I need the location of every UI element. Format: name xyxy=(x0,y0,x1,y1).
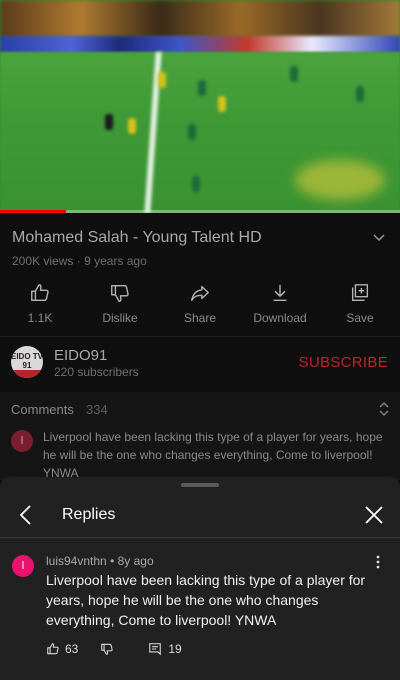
video-frame-stands xyxy=(0,0,400,38)
reply-comment-icon[interactable] xyxy=(148,642,162,656)
commenter-avatar: l xyxy=(11,430,33,452)
sheet-divider xyxy=(0,537,400,538)
thumbs-down-icon xyxy=(111,284,129,302)
meta-separator: · xyxy=(76,254,81,268)
video-frame-advertising-boards xyxy=(0,36,400,53)
thumbs-down-icon[interactable] xyxy=(100,642,114,656)
like-button[interactable]: 1.1K xyxy=(0,282,80,328)
channel-avatar-text-bottom: 91 xyxy=(22,361,32,370)
share-label: Share xyxy=(183,311,217,325)
video-title-row[interactable]: Mohamed Salah - Young Talent HD xyxy=(12,229,388,247)
reply-comment-text: Liverpool have been lacking this type of… xyxy=(46,572,366,628)
replies-sheet: Replies l luis94vnthn • 8y ago Liverpool… xyxy=(0,477,400,680)
subscriber-count: 220 subscribers xyxy=(54,365,139,379)
channel-avatar-text-top: EIDO TV xyxy=(11,352,43,361)
video-frame-player xyxy=(290,66,298,82)
video-frame-player xyxy=(158,72,166,88)
comments-count: 334 xyxy=(86,402,108,417)
save-icon xyxy=(351,284,369,302)
video-frame-player xyxy=(128,118,136,134)
download-label: Download xyxy=(253,311,307,325)
video-frame-player xyxy=(188,124,196,140)
reply-meta: luis94vnthn • 8y ago xyxy=(46,554,154,568)
video-progress-bar[interactable] xyxy=(0,210,400,213)
video-frame-player xyxy=(218,96,226,112)
thumbs-up-icon xyxy=(31,284,49,302)
channel-avatar-stripe xyxy=(11,370,43,378)
share-icon xyxy=(191,285,209,302)
video-frame-player xyxy=(105,114,113,130)
upload-age: 9 years ago xyxy=(84,254,147,268)
share-button[interactable]: Share xyxy=(160,282,240,328)
sheet-drag-handle[interactable] xyxy=(181,483,219,487)
reply-author[interactable]: luis94vnthn xyxy=(46,554,107,568)
like-count: 1.1K xyxy=(27,311,53,325)
video-frame-player xyxy=(192,176,200,192)
video-player[interactable] xyxy=(0,0,400,213)
download-icon xyxy=(273,284,287,302)
back-arrow-icon[interactable] xyxy=(16,504,36,526)
comments-preview[interactable]: Comments 334 l Liverpool have been lacki… xyxy=(0,392,400,480)
replies-title: Replies xyxy=(62,506,116,523)
reply-author-avatar[interactable]: l xyxy=(12,555,34,577)
reply-like-count: 63 xyxy=(65,642,79,656)
reply-meta-separator: • xyxy=(110,554,115,568)
view-count: 200K views xyxy=(12,254,74,268)
save-label: Save xyxy=(346,311,374,325)
video-progress-fill xyxy=(0,210,66,213)
subscribe-button[interactable]: SUBSCRIBE xyxy=(299,354,388,371)
reply-actions: 63 19 xyxy=(46,641,182,657)
comments-heading: Comments xyxy=(11,402,74,417)
thumbs-up-icon[interactable] xyxy=(46,642,60,656)
video-title: Mohamed Salah - Young Talent HD xyxy=(12,229,262,246)
divider xyxy=(0,336,400,337)
reply-count: 19 xyxy=(168,642,182,656)
expand-collapse-icon[interactable] xyxy=(378,401,390,417)
video-meta: 200K views · 9 years ago xyxy=(12,254,147,268)
dislike-button[interactable]: Dislike xyxy=(80,282,160,328)
save-button[interactable]: Save xyxy=(320,282,400,328)
video-actions: 1.1K Dislike Share Download Save xyxy=(0,282,400,328)
channel-avatar[interactable]: EIDO TV 91 xyxy=(11,346,43,378)
dislike-label: Dislike xyxy=(102,311,138,325)
video-frame-player xyxy=(198,80,206,96)
chevron-down-icon[interactable] xyxy=(372,231,386,245)
reply-age: 8y ago xyxy=(117,554,154,568)
close-icon[interactable] xyxy=(364,505,384,525)
more-options-icon[interactable] xyxy=(376,555,380,569)
top-comment-text: Liverpool have been lacking this type of… xyxy=(43,430,383,480)
channel-name[interactable]: EIDO91 xyxy=(54,347,107,364)
video-frame-player xyxy=(356,86,364,102)
download-button[interactable]: Download xyxy=(240,282,320,328)
video-frame-center-circle xyxy=(295,160,385,200)
